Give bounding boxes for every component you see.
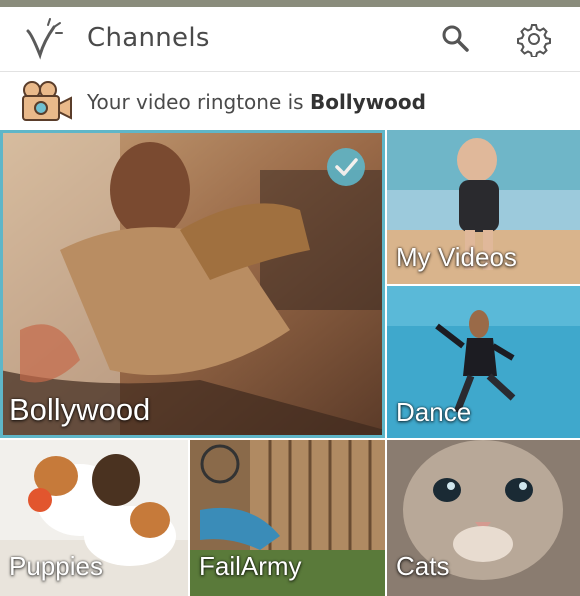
channel-grid: Bollywood My Videos Dance Puppies FailAr… (0, 130, 580, 596)
gear-icon[interactable] (516, 21, 552, 57)
channel-label: Dance (396, 397, 472, 427)
ringtone-banner[interactable]: Your video ringtone is Bollywood (0, 72, 580, 132)
search-icon[interactable] (438, 21, 474, 57)
channel-label: Bollywood (9, 392, 151, 427)
ringtone-message: Your video ringtone is Bollywood (87, 90, 426, 114)
channel-label: Cats (396, 551, 450, 581)
checkmark-icon (327, 148, 365, 186)
channel-tile-bollywood[interactable]: Bollywood (0, 130, 385, 438)
channel-tile-puppies[interactable]: Puppies (0, 440, 188, 596)
ringtone-channel: Bollywood (309, 90, 426, 114)
channel-tile-dance[interactable]: Dance (387, 286, 580, 438)
video-camera-icon (22, 81, 72, 121)
channel-label: Puppies (9, 551, 103, 581)
channel-tile-cats[interactable]: Cats (387, 440, 580, 596)
ringtone-prefix: Your video ringtone is (87, 90, 310, 114)
page-title: Channels (87, 23, 210, 53)
channel-tile-my-videos[interactable]: My Videos (387, 130, 580, 284)
channel-label: My Videos (396, 242, 517, 272)
channel-tile-failarmy[interactable]: FailArmy (190, 440, 385, 596)
v-logo-icon (26, 18, 63, 60)
channel-label: FailArmy (199, 551, 302, 581)
app-header: Channels (0, 7, 580, 71)
status-bar (0, 0, 580, 7)
